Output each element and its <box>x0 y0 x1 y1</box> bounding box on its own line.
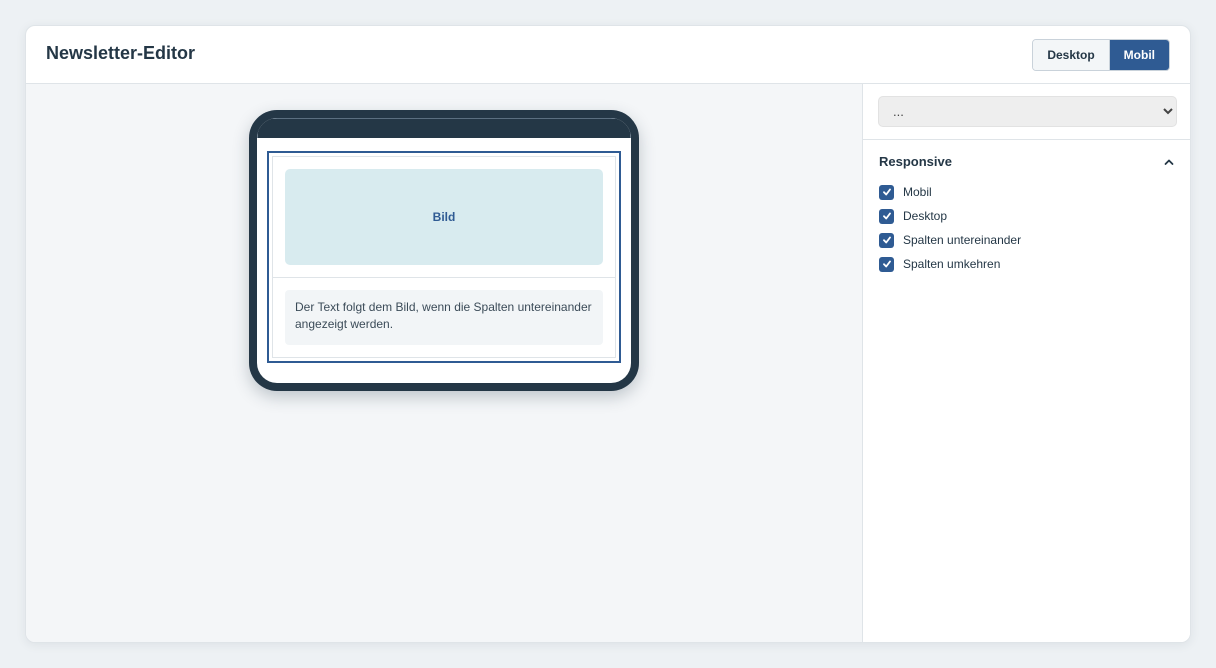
email-section: Bild Der Text folgt dem Bild, wenn die S… <box>272 156 616 358</box>
desktop-view-button[interactable]: Desktop <box>1033 40 1110 70</box>
option-label: Spalten umkehren <box>903 257 1001 271</box>
divider <box>863 139 1190 140</box>
element-select[interactable]: ... <box>878 96 1177 127</box>
element-select-wrapper: ... <box>878 96 1177 127</box>
preview-canvas: Bild Der Text folgt dem Bild, wenn die S… <box>26 84 862 642</box>
app-window: Newsletter-Editor Desktop Mobil Bild Der… <box>25 25 1191 643</box>
check-icon <box>882 188 891 196</box>
view-toggle: Desktop Mobil <box>1032 39 1170 71</box>
responsive-section-title: Responsive <box>879 154 952 169</box>
chevron-up-icon[interactable] <box>1163 155 1175 167</box>
checkbox-stack-columns[interactable] <box>879 232 894 248</box>
image-column[interactable]: Bild <box>273 157 615 278</box>
check-icon <box>882 260 891 268</box>
image-placeholder-label: Bild <box>432 210 456 224</box>
check-icon <box>882 236 891 244</box>
device-screen: Bild Der Text folgt dem Bild, wenn die S… <box>257 118 631 383</box>
header: Newsletter-Editor Desktop Mobil <box>26 26 1190 84</box>
option-label: Spalten untereinander <box>903 233 1022 247</box>
checkbox-desktop[interactable] <box>879 208 894 224</box>
image-placeholder[interactable]: Bild <box>285 169 603 265</box>
text-block[interactable]: Der Text folgt dem Bild, wenn die Spalte… <box>285 290 603 345</box>
checkbox-reverse-columns[interactable] <box>879 256 894 272</box>
device-status-bar <box>257 118 631 138</box>
selected-section[interactable]: Bild Der Text folgt dem Bild, wenn die S… <box>267 151 621 363</box>
option-mobil[interactable]: Mobil <box>879 180 1021 204</box>
option-stack-columns[interactable]: Spalten untereinander <box>879 228 1021 252</box>
option-reverse-columns[interactable]: Spalten umkehren <box>879 252 1021 276</box>
checkbox-mobil[interactable] <box>879 184 894 200</box>
check-icon <box>882 212 891 220</box>
settings-sidebar: ... Responsive Mobil Desktop Spalten unt… <box>862 84 1190 642</box>
page-title: Newsletter-Editor <box>46 43 196 63</box>
option-desktop[interactable]: Desktop <box>879 204 1021 228</box>
option-label: Desktop <box>903 209 948 223</box>
responsive-options: Mobil Desktop Spalten untereinander Spal… <box>879 180 1021 276</box>
mobile-device-frame: Bild Der Text folgt dem Bild, wenn die S… <box>249 110 639 391</box>
option-label: Mobil <box>903 185 932 199</box>
mobile-view-button[interactable]: Mobil <box>1109 40 1169 70</box>
